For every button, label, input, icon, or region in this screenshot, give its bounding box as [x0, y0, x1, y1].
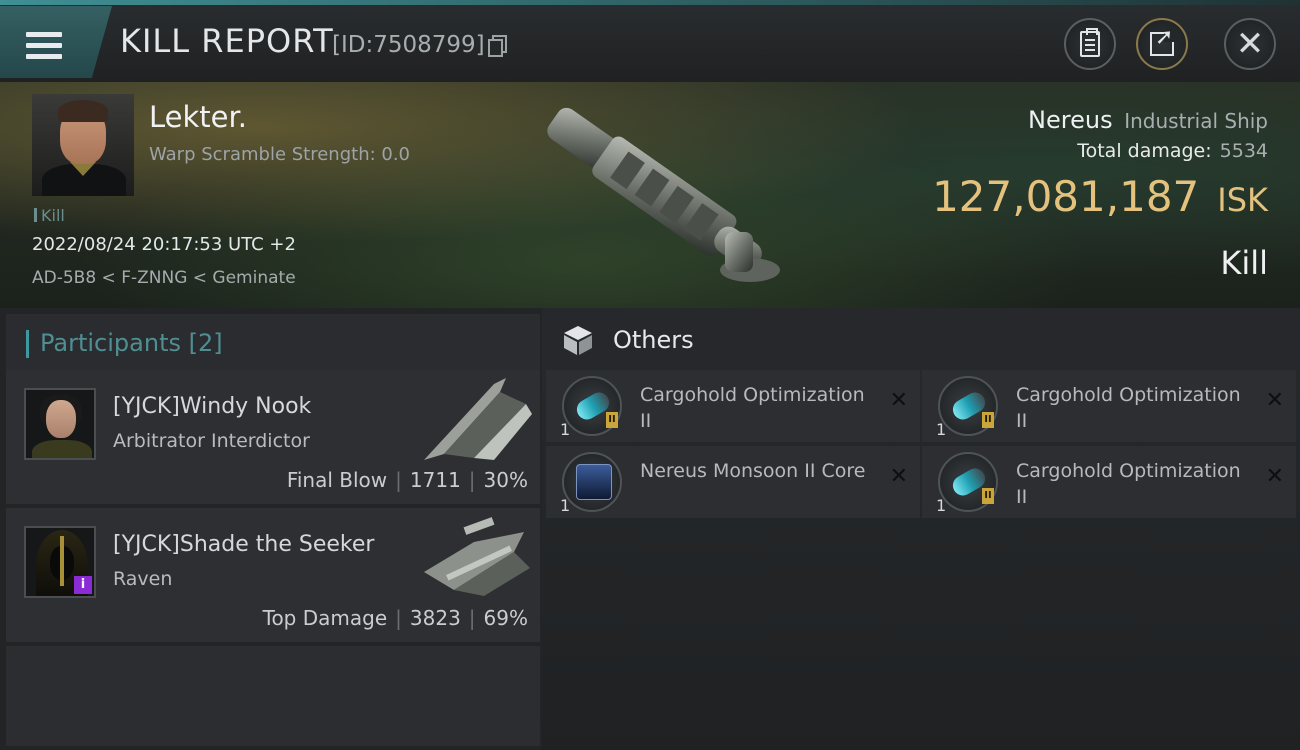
close-icon: ✕ [1235, 24, 1265, 64]
clipboard-button[interactable] [1064, 18, 1116, 70]
participants-empty-area [6, 646, 540, 746]
item-quantity: 1 [560, 420, 571, 439]
share-button[interactable] [1136, 18, 1188, 70]
destroyed-x-icon: ✕ [889, 464, 908, 489]
ship-name: Nereus [1028, 106, 1113, 134]
kill-tag: Kill [34, 206, 65, 225]
item-name: Cargohold Optimization II [1016, 384, 1241, 432]
item-name: Nereus Monsoon II Core [640, 460, 866, 482]
participants-header: Participants [2] [6, 314, 540, 374]
participant-ship: Arbitrator Interdictor [113, 430, 310, 452]
core-icon [562, 452, 622, 512]
page-title: KILL REPORT [120, 22, 334, 60]
participant-ship-image [424, 517, 530, 596]
participant-role: Final Blow [286, 468, 388, 492]
participants-title: Participants [2] [40, 329, 223, 357]
menu-button[interactable] [0, 6, 112, 78]
hamburger-menu-icon [26, 32, 62, 60]
participant-row[interactable]: i [YJCK]Shade the Seeker Raven Top Damag… [6, 508, 540, 642]
copy-icon[interactable] [488, 35, 507, 57]
participant-name: [YJCK]Windy Nook [113, 394, 312, 419]
rig-icon: II [938, 452, 998, 512]
item-name: Cargohold Optimization II [640, 384, 865, 432]
participant-avatar[interactable]: i [24, 526, 96, 598]
isk-unit: ISK [1217, 181, 1268, 219]
participant-row[interactable]: [YJCK]Windy Nook Arbitrator Interdictor … [6, 370, 540, 504]
others-panel: Others II 1 Cargohold Optimization II ✕ … [542, 308, 1300, 750]
participant-ship: Raven [113, 568, 173, 590]
participant-stats: Top Damage | 3823 | 69% [262, 606, 528, 630]
others-title: Others [613, 326, 694, 354]
participant-name: [YJCK]Shade the Seeker [113, 532, 375, 557]
kill-summary: Lekter. Warp Scramble Strength: 0.0 Kill… [0, 82, 1300, 308]
destroyed-x-icon: ✕ [889, 388, 908, 413]
info-badge-icon: i [74, 576, 92, 594]
victim-ship-name: Nereus Industrial Ship [1028, 106, 1268, 134]
item-slot[interactable]: II 1 Cargohold Optimization II ✕ [922, 370, 1296, 442]
participant-stats: Final Blow | 1711 | 30% [286, 468, 528, 492]
item-slot[interactable]: 1 Nereus Monsoon II Core ✕ [546, 446, 920, 518]
participant-percent: 69% [483, 606, 528, 630]
title-bar: KILL REPORT [ID:7508799] ✕ [0, 0, 1300, 82]
total-damage: Total damage: 5534 [1077, 140, 1268, 162]
others-header: Others [542, 308, 1300, 368]
participant-damage: 3823 [409, 606, 461, 630]
victim-portrait[interactable] [32, 94, 134, 196]
tech-two-badge: II [982, 412, 994, 428]
item-quantity: 1 [936, 420, 947, 439]
participant-avatar[interactable] [24, 388, 96, 460]
rig-icon: II [562, 376, 622, 436]
clipboard-icon [1080, 28, 1100, 57]
participant-role: Top Damage [262, 606, 388, 630]
kill-location: AD-5B8 < F-ZNNG < Geminate [32, 268, 296, 288]
share-icon [1150, 25, 1178, 56]
tech-two-badge: II [606, 412, 618, 428]
total-damage-label: Total damage: [1077, 140, 1212, 162]
total-damage-value: 5534 [1219, 140, 1268, 162]
victim-name: Lekter. [149, 100, 247, 134]
item-slot[interactable]: II 1 Cargohold Optimization II ✕ [546, 370, 920, 442]
isk-amount: 127,081,187 [932, 172, 1200, 221]
ship-class: Industrial Ship [1124, 109, 1268, 133]
item-name: Cargohold Optimization II [1016, 460, 1241, 508]
rig-icon: II [938, 376, 998, 436]
kill-timestamp: 2022/08/24 20:17:53 UTC +2 [32, 234, 296, 255]
item-quantity: 1 [936, 496, 947, 515]
kill-id: [ID:7508799] [332, 32, 485, 58]
cargo-box-icon [564, 326, 592, 355]
item-slot[interactable]: II 1 Cargohold Optimization II ✕ [922, 446, 1296, 518]
tech-two-badge: II [982, 488, 994, 504]
warp-scramble-strength: Warp Scramble Strength: 0.0 [149, 144, 411, 165]
victim-ship-image [547, 107, 780, 282]
participant-percent: 30% [483, 468, 528, 492]
isk-value: 127,081,187 ISK [932, 172, 1268, 221]
participant-damage: 1711 [409, 468, 461, 492]
destroyed-x-icon: ✕ [1265, 464, 1284, 489]
kill-result: Kill [1220, 244, 1268, 282]
item-quantity: 1 [560, 496, 571, 515]
participant-ship-image [424, 378, 532, 460]
destroyed-x-icon: ✕ [1265, 388, 1284, 413]
participants-panel: Participants [2] [YJCK]Windy Nook Arbitr… [0, 308, 542, 750]
close-button[interactable]: ✕ [1224, 18, 1276, 70]
